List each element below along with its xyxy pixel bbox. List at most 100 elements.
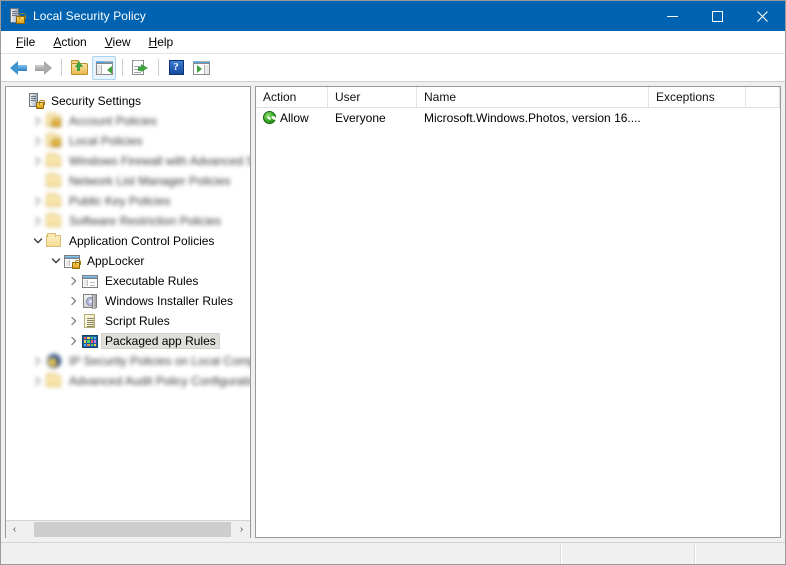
chevron-right-icon[interactable] [66,271,82,291]
scroll-right-button[interactable]: › [233,521,250,538]
toolbar-separator-1 [61,59,62,76]
title-bar[interactable]: Local Security Policy [1,1,785,31]
folder-icon [46,153,62,169]
chevron-right-icon[interactable] [30,151,46,171]
help-question-icon: ? [169,60,184,75]
executable-rules-icon [82,273,98,289]
minimize-button[interactable] [650,1,695,31]
status-main [1,543,561,564]
scroll-left-button[interactable]: ‹ [6,521,23,538]
tree-item-label: Security Settings [48,94,144,108]
column-header-blank[interactable] [746,87,780,108]
column-header-user[interactable]: User [328,87,417,108]
chevron-right-icon[interactable] [66,331,82,351]
chevron-right-icon[interactable] [30,351,46,371]
column-header-name[interactable]: Name [417,87,649,108]
tree-item-account-policies[interactable]: Account Policies [6,111,250,131]
scroll-track[interactable] [23,521,233,538]
chevron-right-icon[interactable] [30,371,46,391]
status-pane-3 [695,543,785,564]
close-button[interactable] [740,1,785,31]
tree-item-public-key-policies[interactable]: Public Key Policies [6,191,250,211]
cell-name: Microsoft.Windows.Photos, version 16.... [417,108,649,127]
show-hide-tree-button[interactable] [92,56,116,80]
list-column-headers: ActionUserNameExceptions [256,87,780,108]
tree-item-security-settings[interactable]: Security Settings [6,91,250,111]
content-area: Security Settings Account Policies Local P… [1,82,785,542]
show-action-pane-button[interactable] [189,56,213,80]
arrow-right-icon [35,61,52,75]
column-header-action[interactable]: Action [256,87,328,108]
console-tree-pane: Security Settings Account Policies Local P… [5,86,251,538]
local-security-policy-window: Local Security Policy File Action View H… [0,0,786,565]
applocker-icon [64,253,80,269]
folder-icon [46,173,62,189]
folder-icon [46,213,62,229]
back-button[interactable] [6,56,30,80]
folder-lock-icon [46,133,62,149]
list-rows-container: AllowEveryoneMicrosoft.Windows.Photos, v… [256,108,780,537]
cell-blank [746,108,780,127]
tree-item-application-control-policies[interactable]: Application Control Policies [6,231,250,251]
tree-item-software-restriction-policies[interactable]: Software Restriction Policies [6,211,250,231]
tree-scroll-region: Security Settings Account Policies Local P… [6,87,250,520]
scroll-thumb[interactable] [34,522,231,537]
tree-item-windows-installer-rules[interactable]: Windows Installer Rules [6,291,250,311]
installer-rules-icon [82,293,98,309]
menu-view-rest: iew [113,35,131,49]
toolbar-separator-2 [122,59,123,76]
tree-item-windows-firewall-with-advanced-sec[interactable]: Windows Firewall with Advanced Sec... [6,151,250,171]
chevron-right-icon[interactable] [30,211,46,231]
tree-item-label: Application Control Policies [66,234,217,248]
tree-item-local-policies[interactable]: Local Policies [6,131,250,151]
up-one-level-button[interactable] [67,56,91,80]
tree-item-applocker[interactable]: AppLocker [6,251,250,271]
tree-horizontal-scrollbar[interactable]: ‹ › [6,520,250,537]
menu-action[interactable]: Action [44,33,95,51]
cell-user: Everyone [328,108,417,127]
cell-exceptions [649,108,746,127]
menu-bar: File Action View Help [1,31,785,54]
menu-help[interactable]: Help [140,33,183,51]
tree-item-packaged-app-rules[interactable]: Packaged app Rules [6,331,250,351]
tree-item-label: Script Rules [102,314,173,328]
column-header-exceptions[interactable]: Exceptions [649,87,746,108]
script-rules-icon [82,313,98,329]
menu-file-rest: ile [23,35,35,49]
chevron-down-icon[interactable] [48,251,64,271]
cell-action: Allow [256,108,328,127]
tree-item-label: Local Policies [66,134,145,148]
ipsec-icon [46,353,62,369]
maximize-button[interactable] [695,1,740,31]
menu-file[interactable]: File [7,33,44,51]
tree-item-executable-rules[interactable]: Executable Rules [6,271,250,291]
window-controls [650,1,785,31]
chevron-right-icon[interactable] [66,291,82,311]
rules-list-pane: ActionUserNameExceptions AllowEveryoneMi… [255,86,781,538]
packaged-app-icon [82,333,98,349]
action-pane-icon [193,61,210,75]
tree-item-network-list-manager-policies[interactable]: Network List Manager Policies [6,171,250,191]
toolbar: ? [1,54,785,82]
tree-root-spacer [12,91,28,111]
server-lock-icon [28,93,44,109]
chevron-right-icon[interactable] [30,131,46,151]
export-list-button[interactable] [128,56,152,80]
tree-item-ip-security-policies-on-local-compute[interactable]: IP Security Policies on Local Compute [6,351,250,371]
help-button[interactable]: ? [164,56,188,80]
chevron-down-icon[interactable] [30,231,46,251]
tree-item-label: Account Policies [66,114,160,128]
tree-item-label: Network List Manager Policies [66,174,233,188]
folder-icon [46,373,62,389]
forward-button[interactable] [31,56,55,80]
menu-view[interactable]: View [96,33,140,51]
tree-item-label: Executable Rules [102,274,201,288]
tree-item-advanced-audit-policy-configuration[interactable]: Advanced Audit Policy Configuration [6,371,250,391]
chevron-right-icon[interactable] [30,191,46,211]
chevron-right-icon[interactable] [66,311,82,331]
chevron-right-icon[interactable] [30,111,46,131]
table-row[interactable]: AllowEveryoneMicrosoft.Windows.Photos, v… [256,108,780,127]
tree-item-script-rules[interactable]: Script Rules [6,311,250,331]
arrow-left-icon [10,61,27,75]
tree-item-label: AppLocker [84,254,147,268]
